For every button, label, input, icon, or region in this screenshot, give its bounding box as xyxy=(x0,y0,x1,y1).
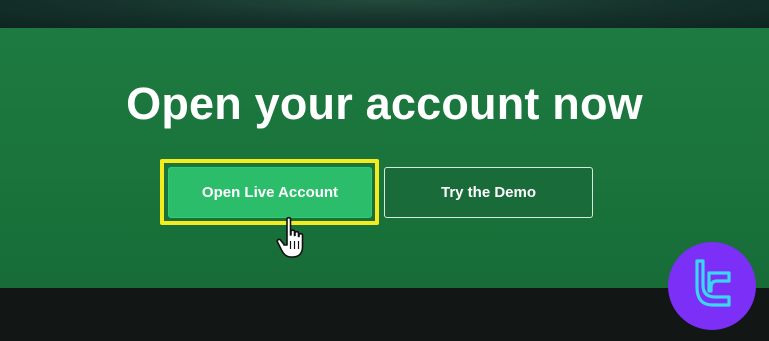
hand-pointer-icon xyxy=(276,216,304,258)
hero-headline: Open your account now xyxy=(126,78,643,129)
bottom-dark-strip xyxy=(0,288,769,341)
open-live-account-button[interactable]: Open Live Account xyxy=(168,167,372,218)
tc-logo xyxy=(668,242,756,330)
top-header-strip xyxy=(0,0,769,28)
page: Open your account now Open Live Account … xyxy=(0,0,769,341)
try-demo-button[interactable]: Try the Demo xyxy=(384,167,593,218)
hero-banner xyxy=(0,28,769,288)
